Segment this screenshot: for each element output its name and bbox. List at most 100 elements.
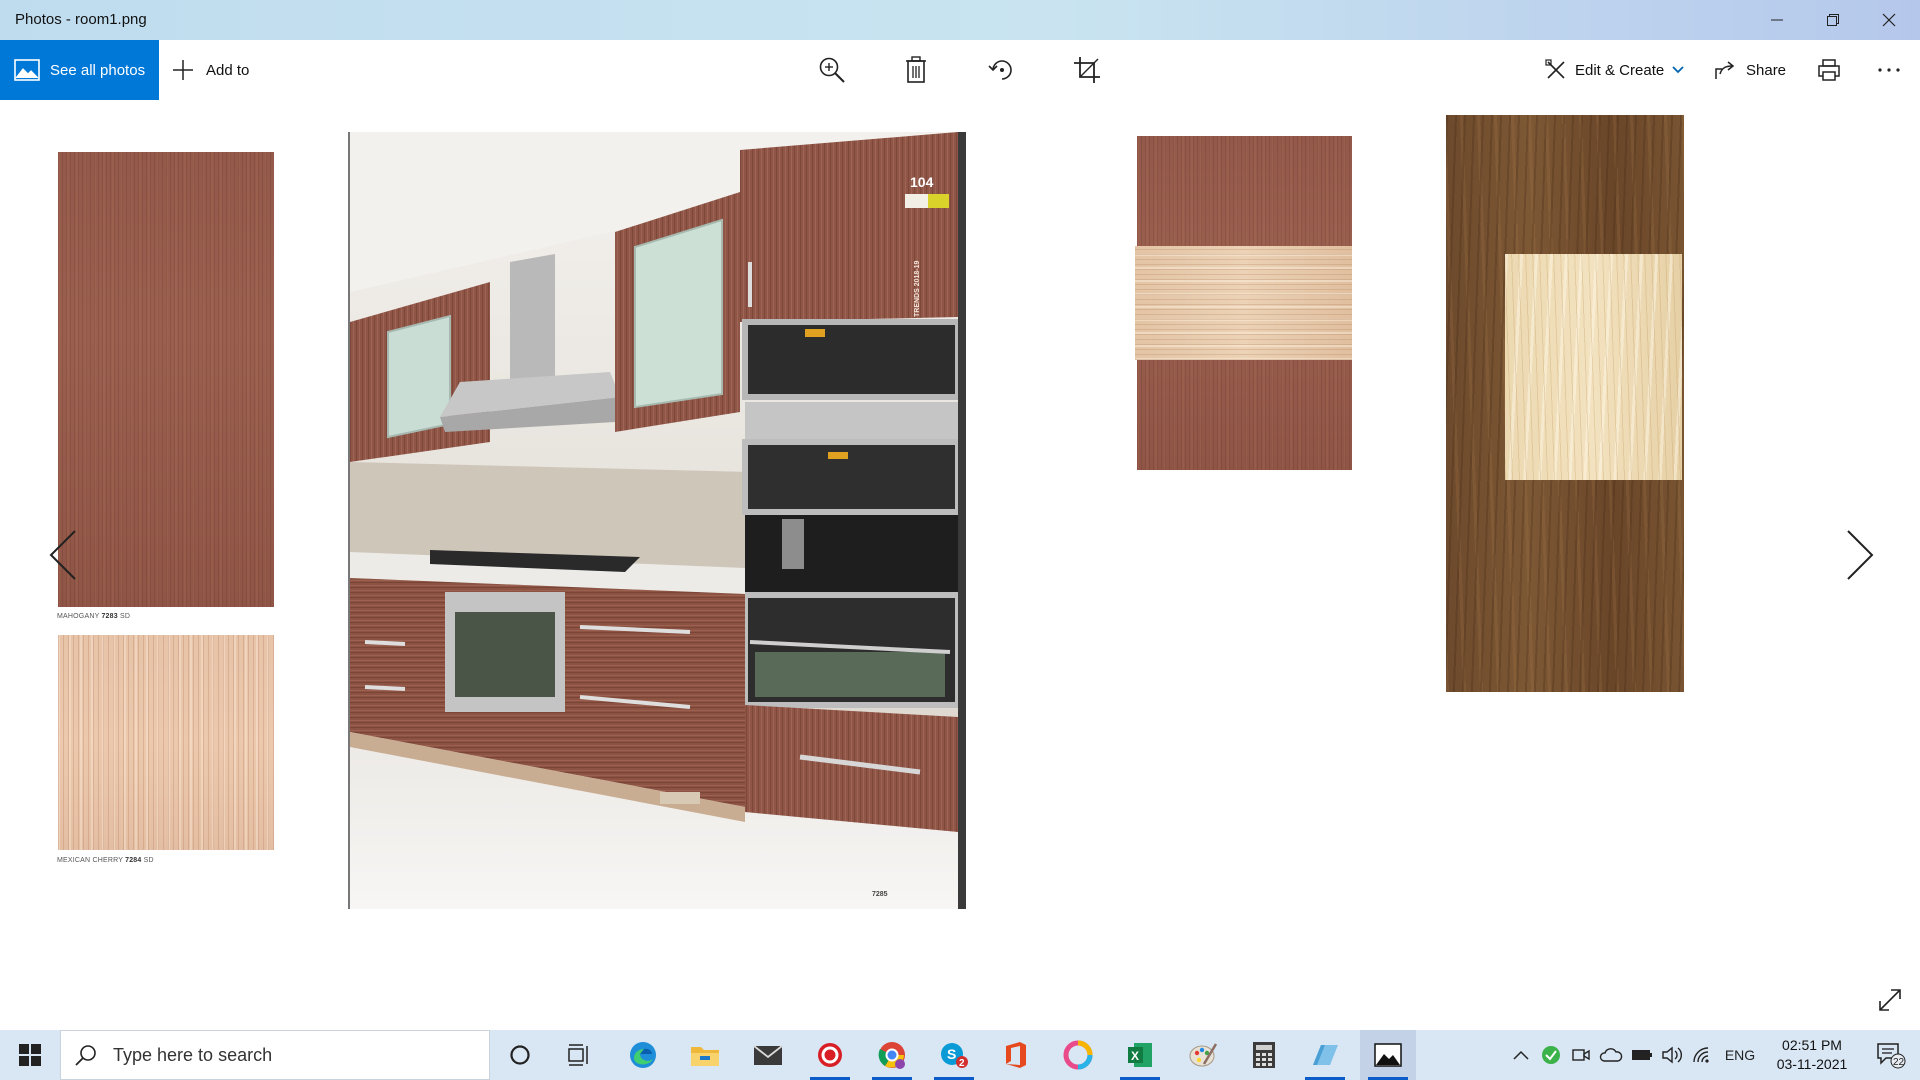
windows-logo-icon	[19, 1044, 41, 1066]
shield-check-icon	[1542, 1046, 1560, 1064]
light-ash-inset-swatch	[1135, 246, 1352, 360]
restore-button[interactable]	[1805, 0, 1861, 40]
snipping-tool-taskbar-button[interactable]	[1297, 1030, 1353, 1080]
photo-editor-icon	[1063, 1040, 1093, 1070]
volume-tray-icon[interactable]	[1658, 1030, 1686, 1080]
close-button[interactable]	[1861, 0, 1917, 40]
share-icon	[1715, 61, 1735, 79]
expand-icon	[1879, 989, 1901, 1011]
mail-taskbar-button[interactable]	[740, 1030, 796, 1080]
skype-taskbar-button[interactable]: S 2	[926, 1030, 982, 1080]
rotate-icon	[988, 60, 1012, 80]
search-placeholder: Type here to search	[113, 1044, 273, 1065]
mexican-cherry-caption-code: 7284	[125, 857, 142, 864]
mexican-cherry-caption-suffix: SD	[143, 857, 154, 864]
more-icon	[1878, 68, 1900, 72]
command-bar: See all photos Add to Edit & Create Shar…	[0, 40, 1920, 100]
cortana-icon	[510, 1045, 530, 1065]
title-bar: Photos - room1.png	[0, 0, 1920, 40]
chevron-up-icon	[1513, 1050, 1529, 1060]
zoom-button[interactable]	[812, 50, 852, 90]
chevron-right-icon	[1847, 530, 1874, 580]
network-tray-icon[interactable]	[1688, 1030, 1716, 1080]
security-tray-icon[interactable]	[1538, 1030, 1564, 1080]
chrome-taskbar-button[interactable]	[864, 1030, 920, 1080]
meet-now-tray-icon[interactable]	[1568, 1030, 1594, 1080]
paint-icon	[1189, 1043, 1218, 1067]
window-title: Photos - room1.png	[15, 11, 147, 28]
chrome-icon	[878, 1042, 905, 1069]
full-screen-button[interactable]	[1870, 980, 1910, 1020]
crop-button[interactable]	[1067, 50, 1107, 90]
calculator-icon	[1253, 1042, 1275, 1068]
photo-editor-taskbar-button[interactable]	[1050, 1030, 1106, 1080]
pale-oak-inset-swatch	[1505, 254, 1682, 480]
kitchen-brand-text: TRENDS 2018-19	[914, 260, 921, 317]
cloud-icon	[1599, 1048, 1623, 1062]
skype-badge: 2	[959, 1058, 965, 1069]
battery-tray-icon[interactable]	[1628, 1030, 1656, 1080]
plus-icon	[173, 60, 193, 80]
mahogany-caption: MAHOGANY 7283 SD	[57, 613, 130, 620]
notification-count: 22	[1893, 1057, 1905, 1068]
photo-gallery-icon	[14, 59, 40, 81]
photo-viewer[interactable]: MAHOGANY 7283 SD MEXICAN CHERRY 7284 SD	[0, 100, 1920, 1030]
chevron-down-icon	[1672, 66, 1684, 74]
language-indicator[interactable]: ENG	[1720, 1030, 1760, 1080]
kitchen-photo: 104 TRENDS 2018-19 7285	[348, 132, 966, 909]
speaker-icon	[1662, 1046, 1682, 1064]
mail-icon	[753, 1045, 783, 1065]
file-explorer-icon	[691, 1047, 719, 1066]
close-icon	[1882, 13, 1896, 27]
excel-taskbar-button[interactable]: X	[1112, 1030, 1168, 1080]
task-view-button[interactable]	[552, 1030, 608, 1080]
edit-create-button[interactable]: Edit & Create	[1545, 40, 1684, 100]
next-photo-button[interactable]	[1830, 515, 1890, 595]
pdf-reader-taskbar-button[interactable]	[802, 1030, 858, 1080]
see-all-photos-label: See all photos	[50, 61, 146, 79]
mahogany-caption-name: MAHOGANY	[57, 613, 100, 620]
add-to-button[interactable]: Add to	[172, 40, 249, 100]
cortana-button[interactable]	[492, 1030, 548, 1080]
svg-text:S: S	[947, 1046, 956, 1062]
minimize-button[interactable]	[1749, 0, 1805, 40]
previous-photo-button[interactable]	[33, 515, 93, 595]
office-icon	[1006, 1042, 1026, 1068]
restore-icon	[1827, 14, 1839, 26]
clock-time: 02:51 PM	[1782, 1037, 1842, 1053]
show-hidden-icons-button[interactable]	[1508, 1030, 1534, 1080]
share-button[interactable]: Share	[1714, 40, 1786, 100]
mahogany-caption-suffix: SD	[120, 613, 131, 620]
share-label: Share	[1746, 61, 1787, 79]
rotate-button[interactable]	[982, 50, 1022, 90]
mexican-cherry-swatch	[58, 635, 274, 850]
print-button[interactable]	[1809, 50, 1849, 90]
see-all-photos-button[interactable]: See all photos	[0, 40, 159, 100]
edge-icon	[630, 1042, 656, 1068]
edge-taskbar-button[interactable]	[615, 1030, 671, 1080]
action-center-button[interactable]: 22	[1866, 1030, 1916, 1080]
kitchen-illustration: 104 TRENDS 2018-19 7285	[350, 132, 958, 909]
file-explorer-taskbar-button[interactable]	[677, 1030, 733, 1080]
pdf-reader-icon	[818, 1043, 842, 1067]
crop-icon	[1074, 57, 1100, 83]
delete-button[interactable]	[896, 50, 936, 90]
taskbar-search[interactable]: Type here to search	[60, 1030, 490, 1080]
start-button[interactable]	[0, 1030, 60, 1080]
office-taskbar-button[interactable]	[988, 1030, 1044, 1080]
search-icon	[75, 1045, 96, 1066]
onedrive-tray-icon[interactable]	[1597, 1030, 1625, 1080]
task-view-icon	[568, 1044, 588, 1066]
calculator-taskbar-button[interactable]	[1236, 1030, 1292, 1080]
photos-taskbar-button[interactable]	[1360, 1030, 1416, 1080]
taskbar: Type here to search S 2 X ENG 02:51 PM 0…	[0, 1030, 1920, 1080]
more-button[interactable]	[1869, 50, 1909, 90]
mexican-cherry-caption: MEXICAN CHERRY 7284 SD	[57, 857, 154, 864]
taskbar-clock[interactable]: 02:51 PM 03-11-2021	[1764, 1036, 1860, 1074]
paint-taskbar-button[interactable]	[1175, 1030, 1231, 1080]
zoom-in-icon	[819, 57, 845, 83]
trash-icon	[906, 56, 926, 83]
mahogany-caption-code: 7283	[101, 613, 118, 620]
snipping-icon	[1313, 1045, 1338, 1065]
edit-create-icon	[1545, 59, 1565, 79]
